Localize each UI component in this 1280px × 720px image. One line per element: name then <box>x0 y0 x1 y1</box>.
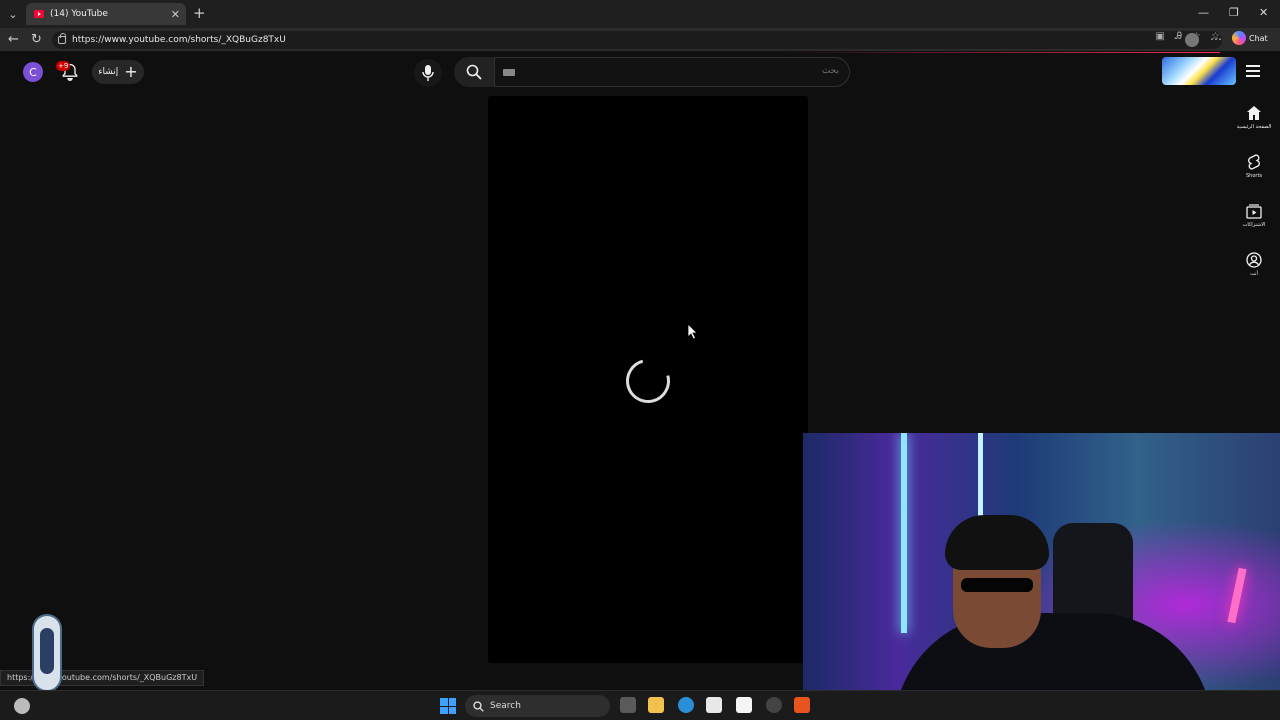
shorts-icon <box>1248 154 1260 170</box>
sidebar-item-label: الاشتراكات <box>1242 222 1266 228</box>
neon-light-bar <box>1227 567 1247 624</box>
browser-profile-icon[interactable] <box>1185 33 1199 47</box>
search-icon <box>473 700 484 712</box>
home-icon <box>1247 106 1261 120</box>
keyboard-icon[interactable] <box>503 69 515 76</box>
youtube-doodle-logo[interactable] <box>1162 57 1236 85</box>
account-avatar[interactable]: C <box>23 62 43 82</box>
taskbar-search[interactable]: Search <box>465 695 610 717</box>
edge-browser-icon[interactable] <box>678 697 694 713</box>
person-hair <box>945 515 1049 570</box>
windows-taskbar: Search <box>0 690 1280 720</box>
tab-title: (14) YouTube <box>50 9 108 19</box>
copilot-icon <box>1232 31 1246 45</box>
browser-toolbar: ← ↻ https://www.youtube.com/shorts/_XQBu… <box>0 28 1280 52</box>
shorts-video-player[interactable] <box>488 96 808 663</box>
sidebar-item-shorts[interactable]: Shorts <box>1232 154 1276 179</box>
tab-list-dropdown-icon[interactable]: ⌄ <box>4 5 22 23</box>
browser-tab-youtube[interactable]: (14) YouTube ✕ <box>26 3 186 25</box>
you-icon <box>1246 252 1262 268</box>
taskbar-search-label: Search <box>490 701 521 711</box>
app-available-icon[interactable]: ▣ <box>1155 31 1164 42</box>
hamburger-menu-icon[interactable] <box>1246 65 1260 77</box>
new-tab-button[interactable]: + <box>193 5 206 21</box>
url-text[interactable]: https://www.youtube.com/shorts/_XQBuGz8T… <box>72 35 286 45</box>
brave-browser-icon[interactable] <box>794 697 810 713</box>
site-info-icon[interactable] <box>58 33 66 44</box>
status-bar-url: https://www.youtube.com/shorts/_XQBuGz8T… <box>0 670 205 686</box>
back-arrow-icon[interactable]: ← <box>8 32 19 47</box>
browser-menu-icon[interactable]: ⋯ <box>1210 32 1222 46</box>
plus-icon: + <box>124 62 138 81</box>
sidebar-item-subscriptions[interactable]: الاشتراكات <box>1232 203 1276 228</box>
minimize-button[interactable]: — <box>1198 6 1209 19</box>
sidebar-item-you[interactable]: أنت <box>1232 252 1276 277</box>
tab-close-icon[interactable]: ✕ <box>171 8 180 21</box>
close-window-button[interactable]: ✕ <box>1259 6 1268 19</box>
file-explorer-icon[interactable] <box>648 697 664 713</box>
sidebar-item-label: الصفحة الرئيسية <box>1236 124 1272 130</box>
windows-start-icon[interactable] <box>440 698 456 714</box>
task-view-icon[interactable] <box>620 697 636 713</box>
subscriptions-icon <box>1246 204 1262 219</box>
app-icon[interactable] <box>766 697 782 713</box>
neon-light-bar <box>901 433 907 633</box>
sidebar-item-home[interactable]: الصفحة الرئيسية <box>1232 105 1276 130</box>
create-label: إنشاء <box>98 67 119 77</box>
notification-count-badge: +9 <box>56 61 71 71</box>
sidebar-item-label: أنت <box>1250 271 1258 277</box>
microsoft-store-icon[interactable] <box>706 697 722 713</box>
reload-icon[interactable]: ↻ <box>31 32 42 47</box>
notepad-icon[interactable] <box>736 697 752 713</box>
search-icon <box>466 64 482 80</box>
browser-tab-strip: ⌄ (14) YouTube ✕ + — ❐ ✕ <box>0 0 1280 28</box>
loading-spinner-icon <box>617 350 679 412</box>
search-input[interactable]: بحث <box>494 57 850 87</box>
sidebar-item-label: Shorts <box>1245 173 1263 179</box>
microphone-icon <box>422 65 434 81</box>
voice-search-button[interactable] <box>414 59 442 87</box>
sunglasses <box>961 578 1033 592</box>
streamer-logo-overlay <box>32 614 62 692</box>
webcam-overlay <box>803 433 1280 720</box>
address-bar[interactable]: https://www.youtube.com/shorts/_XQBuGz8T… <box>52 31 1222 49</box>
youtube-favicon-icon <box>34 10 44 18</box>
restore-button[interactable]: ❐ <box>1229 6 1239 19</box>
chat-label: Chat <box>1249 33 1268 43</box>
translate-icon[interactable]: Ꭿ <box>1175 31 1182 42</box>
mouse-cursor-icon <box>688 324 698 339</box>
create-button[interactable]: إنشاء + <box>92 60 144 84</box>
search-placeholder: بحث <box>821 66 839 76</box>
weather-widget-icon[interactable] <box>14 698 30 714</box>
search-button[interactable] <box>454 57 494 87</box>
copilot-chat-button[interactable]: Chat <box>1232 31 1268 45</box>
